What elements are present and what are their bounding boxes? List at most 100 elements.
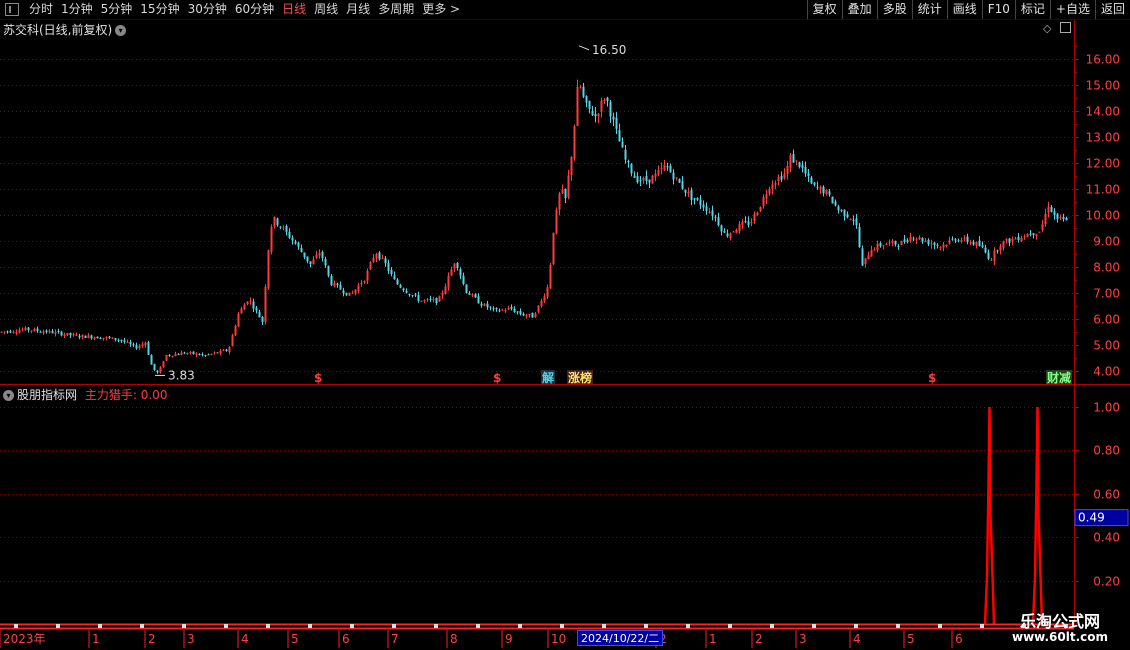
x-axis-band-dot xyxy=(728,624,732,628)
candle-body xyxy=(660,167,663,169)
candle-body xyxy=(627,161,630,163)
candle-body xyxy=(723,231,726,233)
current-value-label: 0.49 xyxy=(1078,511,1105,525)
candle-body xyxy=(630,164,633,174)
candle-body xyxy=(75,334,78,336)
candle-body xyxy=(144,342,147,346)
candle-body xyxy=(291,237,294,241)
candle-body xyxy=(915,238,918,240)
candle-body xyxy=(471,294,474,296)
candle-body xyxy=(702,204,705,208)
candle-body xyxy=(447,275,450,288)
candle-body xyxy=(189,352,192,354)
candle-body xyxy=(729,233,732,239)
candle-body xyxy=(576,87,579,126)
candle-body xyxy=(852,220,855,222)
candle-body xyxy=(255,307,258,311)
candle-body xyxy=(135,345,138,349)
candle-body xyxy=(591,110,594,116)
candle-body xyxy=(99,338,102,340)
x-axis-label: 7 xyxy=(391,632,399,646)
kline-chart[interactable]: 4.005.006.007.008.009.0010.0011.0012.001… xyxy=(0,0,1130,650)
candle-body xyxy=(1041,224,1044,231)
candle-body xyxy=(219,350,222,354)
candle-body xyxy=(825,189,828,195)
x-axis-band-dot xyxy=(896,624,900,628)
candle-body xyxy=(468,293,471,295)
candle-body xyxy=(429,298,432,300)
candle-body xyxy=(732,231,735,233)
candle-body xyxy=(480,303,483,306)
candle-body xyxy=(663,164,666,170)
candle-body xyxy=(516,311,519,313)
candle-body xyxy=(831,196,834,204)
candle-body xyxy=(564,188,567,199)
candle-body xyxy=(936,244,939,246)
x-axis-label: 4 xyxy=(853,632,861,646)
candle-body xyxy=(705,206,708,211)
candle-body xyxy=(141,344,144,346)
x-axis-band-dot xyxy=(770,624,774,628)
x-axis-band-dot xyxy=(350,624,354,628)
candle-body xyxy=(804,167,807,174)
candle-body xyxy=(1008,238,1011,243)
candle-body xyxy=(834,201,837,206)
candle-body xyxy=(951,238,954,240)
candle-body xyxy=(1053,211,1056,216)
candle-body xyxy=(882,245,885,247)
candle-body xyxy=(426,299,429,301)
x-axis-label: 2 xyxy=(755,632,763,646)
candle-body xyxy=(981,245,984,248)
candle-body xyxy=(603,99,606,101)
event-marker: $ xyxy=(314,371,322,385)
x-axis-label: 2 xyxy=(148,632,156,646)
x-axis-band-dot xyxy=(644,624,648,628)
candle-body xyxy=(513,308,516,312)
candle-body xyxy=(762,197,765,206)
candle-body xyxy=(369,262,372,270)
candle-body xyxy=(27,327,30,331)
indicator-tick-label: 0.40 xyxy=(1093,531,1120,545)
candle-body xyxy=(288,231,291,238)
candle-body xyxy=(15,331,18,333)
candle-body xyxy=(813,182,816,185)
selected-date-label: 2024/10/22/二 xyxy=(577,630,664,646)
candle-body xyxy=(765,194,768,199)
candle-body xyxy=(933,242,936,245)
candle-body xyxy=(681,181,684,189)
candle-body xyxy=(594,113,597,117)
candle-body xyxy=(522,313,525,316)
price-tick-label: 12.00 xyxy=(1086,157,1120,171)
candle-body xyxy=(477,296,480,304)
candle-body xyxy=(819,187,822,190)
x-axis-label: 5 xyxy=(291,632,299,646)
candle-body xyxy=(81,334,84,337)
candle-body xyxy=(354,289,357,294)
candle-body xyxy=(6,331,9,333)
candle-body xyxy=(735,229,738,233)
candle-body xyxy=(744,221,747,223)
x-axis-label: 2023年 xyxy=(3,632,46,646)
candle-body xyxy=(750,221,753,224)
candle-body xyxy=(879,243,882,247)
candle-body xyxy=(225,349,228,352)
candle-body xyxy=(123,340,126,342)
candle-body xyxy=(816,186,819,188)
candle-body xyxy=(327,265,330,276)
candle-body xyxy=(984,247,987,253)
candle-body xyxy=(240,308,243,314)
candle-body xyxy=(474,294,477,298)
candle-body xyxy=(486,303,489,308)
candle-body xyxy=(891,240,894,243)
x-axis-band-dot xyxy=(812,624,816,628)
candle-body xyxy=(45,330,48,333)
candle-body xyxy=(60,331,63,336)
x-axis-label: 4 xyxy=(241,632,249,646)
candle-body xyxy=(411,295,414,297)
candle-body xyxy=(1002,241,1005,248)
price-tick-label: 16.00 xyxy=(1086,53,1120,67)
candle-body xyxy=(870,249,873,257)
candle-body xyxy=(204,355,207,357)
candle-body xyxy=(504,310,507,312)
candle-body xyxy=(423,300,426,302)
